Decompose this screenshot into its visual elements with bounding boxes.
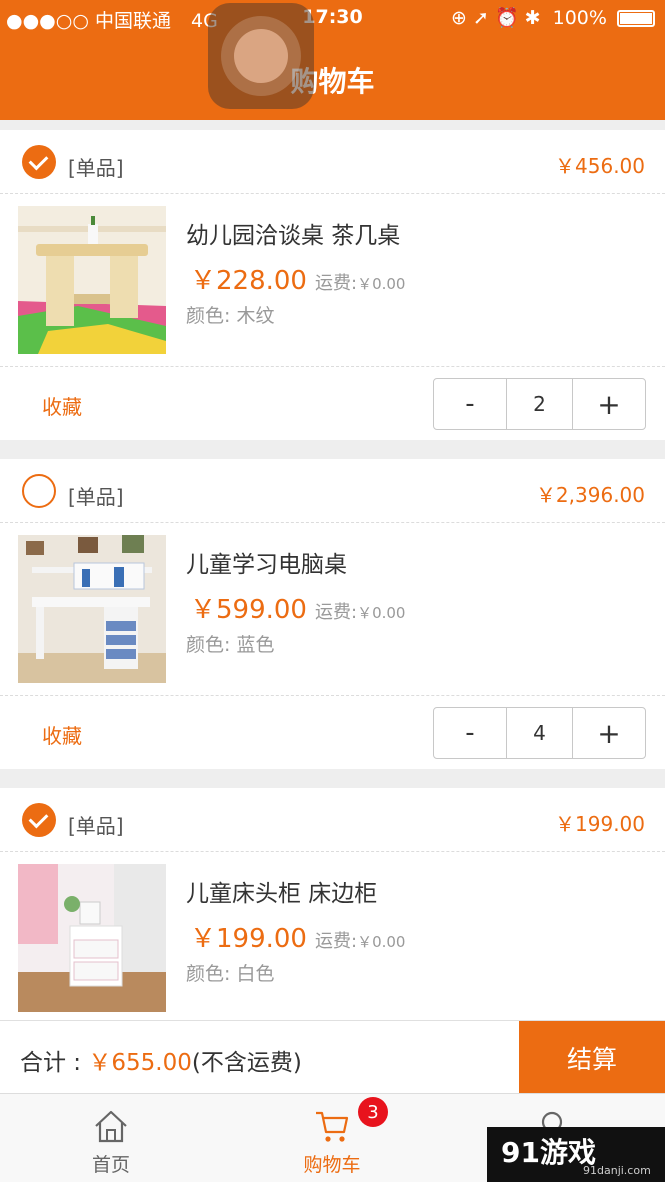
status-right: ⊕ ➚ ⏰ ✱ 100% [451,6,655,29]
shipping-label: 运费: [314,931,358,952]
cart-item: [单品] ￥2,396.00 儿童学习电脑桌 ￥599.00 运费:￥0.00 颜… [0,459,665,769]
cart-item-footer: 收藏 - 4 + [0,695,665,769]
cart-icon [316,1111,349,1142]
increment-button[interactable]: + [573,708,645,758]
increment-button[interactable]: + [573,379,645,429]
checkout-bar: 合计 : ￥655.00(不含运费) 结算 [0,1020,665,1094]
product-name[interactable]: 儿童床头柜 床边柜 [186,874,377,908]
cart-count-badge: 3 [358,1097,388,1127]
cart-item-footer: 收藏 - 2 + [0,366,665,440]
site-watermark: 91游戏 91danji.com [487,1127,665,1182]
battery-icon [617,10,655,27]
product-color: 颜色: 蓝色 [186,634,275,656]
quantity-stepper: - 2 + [433,378,646,430]
cart-item: [单品] ￥199.00 儿童床头柜 床边柜 ￥199.00 运费:￥0.00 颜… [0,788,665,1020]
product-price-row: ￥199.00 运费:￥0.00 [190,918,405,955]
assistive-touch-button[interactable] [208,3,314,109]
cart-item-header: [单品] ￥2,396.00 [0,459,665,523]
item-tag: [单品] [68,156,124,180]
favorite-button[interactable]: 收藏 [42,391,82,420]
cart-item: [单品] ￥456.00 幼儿园洽谈桌 茶几桌 ￥228.00 运费:￥0.00 … [0,130,665,440]
watermark-logo-num: 91 [501,1136,540,1169]
assistive-touch-core [234,29,288,83]
item-tag: [单品] [68,814,124,838]
status-indicators-icon: ⊕ ➚ ⏰ ✱ [451,7,541,29]
cart-item-header: [单品] ￥456.00 [0,130,665,194]
tab-home-label: 首页 [91,1154,130,1176]
product-price: ￥199.00 [190,924,307,954]
item-checkbox-checked[interactable] [22,145,56,179]
tab-home[interactable]: 首页 [51,1094,171,1182]
product-image[interactable] [18,206,166,354]
quantity-value[interactable]: 2 [507,379,573,429]
shipping-value: ￥0.00 [357,933,406,951]
status-bar: ●●●○○ 中国联通 4G 17:30 ⊕ ➚ ⏰ ✱ 100% [0,6,665,32]
item-subtotal: ￥456.00 [555,154,645,178]
page-title: 购物车 [290,65,375,98]
home-icon [95,1110,127,1143]
item-subtotal: ￥199.00 [555,812,645,836]
tab-cart-label: 购物车 [303,1154,361,1176]
decrement-button[interactable]: - [434,379,507,429]
total-amount: ￥655.00 [88,1050,192,1076]
product-image[interactable] [18,864,166,1012]
decrement-button[interactable]: - [434,708,507,758]
shipping-value: ￥0.00 [357,275,406,293]
product-name[interactable]: 幼儿园洽谈桌 茶几桌 [186,216,400,250]
product-image[interactable] [18,535,166,683]
app-header: ●●●○○ 中国联通 4G 17:30 ⊕ ➚ ⏰ ✱ 100% 购物车 [0,0,665,120]
product-price-row: ￥228.00 运费:￥0.00 [190,260,405,297]
item-subtotal: ￥2,396.00 [535,483,645,507]
total-label: 合计 : [20,1050,89,1076]
product-color: 颜色: 白色 [186,963,275,985]
battery-percent: 100% [552,7,607,29]
product-price: ￥599.00 [190,595,307,625]
item-tag: [单品] [68,485,124,509]
order-total: 合计 : ￥655.00(不含运费) [20,1043,302,1077]
shipping-label: 运费: [314,273,358,294]
watermark-url: 91danji.com [583,1164,651,1177]
item-checkbox-checked[interactable] [22,803,56,837]
item-checkbox-unchecked[interactable] [22,474,56,508]
favorite-button[interactable]: 收藏 [42,720,82,749]
product-name[interactable]: 儿童学习电脑桌 [186,545,347,579]
product-price: ￥228.00 [190,266,307,296]
quantity-value[interactable]: 4 [507,708,573,758]
product-price-row: ￥599.00 运费:￥0.00 [190,589,405,626]
checkout-button[interactable]: 结算 [519,1021,665,1094]
product-color: 颜色: 木纹 [186,305,275,327]
total-note: (不含运费) [191,1050,302,1076]
shipping-label: 运费: [314,602,358,623]
cart-item-header: [单品] ￥199.00 [0,788,665,852]
shipping-value: ￥0.00 [357,604,406,622]
watermark-logo: 91游戏 [501,1131,596,1171]
quantity-stepper: - 4 + [433,707,646,759]
